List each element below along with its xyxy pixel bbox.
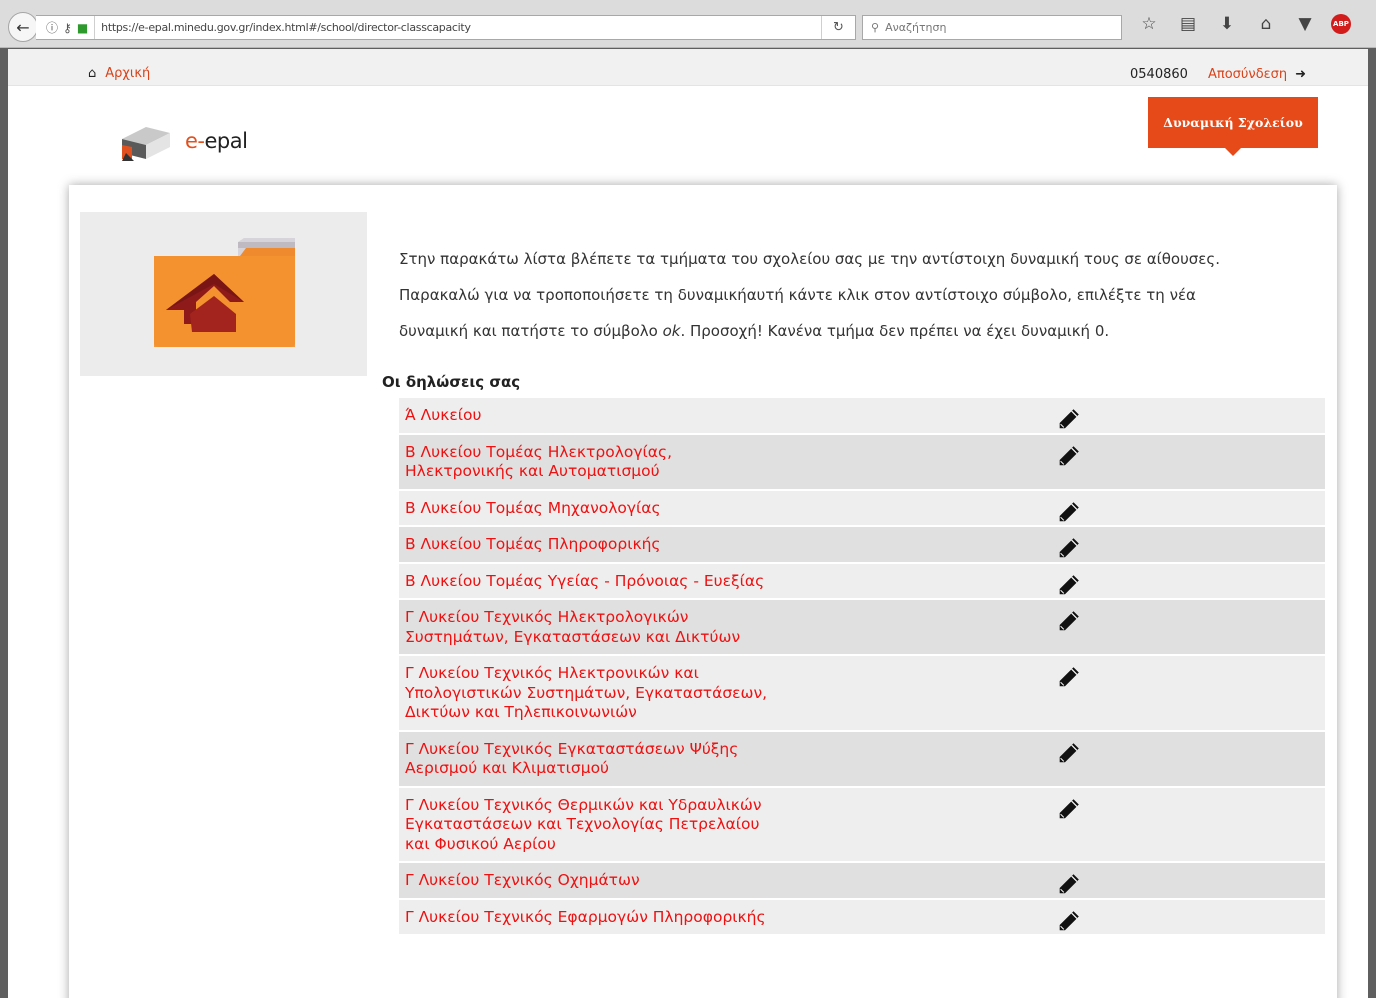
home-icon: ⌂ [88, 66, 97, 81]
url-text[interactable]: https://e-epal.minedu.gov.gr/index.html#… [95, 21, 471, 34]
section-row: Β Λυκείου Τομέας Μηχανολογίας [399, 490, 1325, 527]
section-row: Γ Λυκείου Τεχνικός Εφαρμογών Πληροφορική… [399, 899, 1325, 936]
section-row: Γ Λυκείου Τεχνικός Εγκαταστάσεων Ψύξης Α… [399, 731, 1325, 788]
intro-line-2: Παρακαλώ για να τροποποιήσετε τη δυναμικ… [399, 286, 1196, 304]
reload-button[interactable]: ↻ [821, 16, 855, 39]
home-link-label[interactable]: Αρχική [105, 66, 150, 81]
section-row: Β Λυκείου Τομέας Υγείας - Πρόνοιας - Ευε… [399, 563, 1325, 600]
browser-toolbar-icons: ☆ ▤ ⬇ ⌂ ▼ ABP [1136, 14, 1351, 34]
url-bar[interactable]: ⓘ ⚷ ■ https://e-epal.minedu.gov.gr/index… [36, 15, 856, 40]
reading-list-icon[interactable]: ▤ [1175, 14, 1201, 34]
folder-icon [154, 238, 295, 347]
section-row: Γ Λυκείου Τεχνικός Θερμικών και Υδραυλικ… [399, 787, 1325, 863]
pencil-edit-icon[interactable] [1057, 872, 1081, 896]
logo-text: e-epal [185, 129, 248, 153]
section-row: Β Λυκείου Τομέας Ηλεκτρολογίας, Ηλεκτρον… [399, 434, 1325, 491]
section-link[interactable]: Γ Λυκείου Τεχνικός Οχημάτων [405, 871, 775, 891]
bookmark-star-icon[interactable]: ☆ [1136, 14, 1162, 34]
user-code: 0540860 [1130, 67, 1188, 82]
info-icon[interactable]: ⓘ [46, 19, 58, 36]
url-security-icons[interactable]: ⓘ ⚷ ■ [36, 16, 96, 39]
adblock-icon[interactable]: ABP [1331, 14, 1351, 34]
section-link[interactable]: Γ Λυκείου Τεχνικός Εφαρμογών Πληροφορική… [405, 908, 775, 928]
lock-icon: ■ [76, 20, 89, 35]
download-icon[interactable]: ⬇ [1214, 14, 1240, 34]
page: ⌂ Αρχική 0540860 Αποσύνδεση ➜ e-epal Δυν… [8, 49, 1368, 998]
intro-text: Στην παρακάτω λίστα βλέπετε τα τμήματα τ… [399, 241, 1309, 349]
pencil-edit-icon[interactable] [1057, 665, 1081, 689]
pencil-edit-icon[interactable] [1057, 573, 1081, 597]
pencil-edit-icon[interactable] [1057, 407, 1081, 431]
pencil-edit-icon[interactable] [1057, 741, 1081, 765]
pencil-edit-icon[interactable] [1057, 797, 1081, 821]
pencil-edit-icon[interactable] [1057, 609, 1081, 633]
section-link[interactable]: Γ Λυκείου Τεχνικός Ηλεκτρονικών και Υπολ… [405, 664, 775, 723]
school-capacity-button[interactable]: Δυναμική Σχολείου [1148, 97, 1318, 156]
main-card: Στην παρακάτω λίστα βλέπετε τα τμήματα τ… [69, 185, 1337, 998]
search-icon: ⚲ [871, 21, 880, 34]
browser-toolbar: ← ⓘ ⚷ ■ https://e-epal.minedu.gov.gr/ind… [0, 0, 1376, 48]
section-link[interactable]: Β Λυκείου Τομέας Ηλεκτρολογίας, Ηλεκτρον… [405, 443, 775, 482]
section-link[interactable]: Β Λυκείου Τομέας Πληροφορικής [405, 535, 775, 555]
logout-link[interactable]: Αποσύνδεση ➜ [1208, 67, 1306, 82]
top-navigation: ⌂ Αρχική 0540860 Αποσύνδεση ➜ [8, 49, 1368, 86]
pencil-edit-icon[interactable] [1057, 536, 1081, 560]
back-button[interactable]: ← [8, 12, 38, 42]
logout-label[interactable]: Αποσύνδεση [1208, 67, 1287, 82]
home-link[interactable]: ⌂ Αρχική [88, 66, 150, 81]
home-icon[interactable]: ⌂ [1253, 14, 1279, 34]
intro-line-1: Στην παρακάτω λίστα βλέπετε τα τμήματα τ… [399, 250, 1220, 268]
back-arrow-icon: ← [16, 17, 30, 37]
section-row: Γ Λυκείου Τεχνικός Ηλεκτρονικών και Υπολ… [399, 656, 1325, 732]
logout-icon: ➜ [1295, 67, 1307, 82]
section-link[interactable]: Γ Λυκείου Τεχνικός Ηλεκτρολογικών Συστημ… [405, 608, 775, 647]
section-link[interactable]: Β Λυκείου Τομέας Υγείας - Πρόνοιας - Ευε… [405, 572, 775, 592]
section-row: Γ Λυκείου Τεχνικός Οχημάτων [399, 863, 1325, 900]
intro-line-3: δυναμική και πατήστε το σύμβολο ok. Προσ… [399, 322, 1110, 340]
pencil-edit-icon[interactable] [1057, 909, 1081, 933]
browser-search-input[interactable]: ⚲ Αναζήτηση [862, 15, 1122, 40]
key-icon: ⚷ [63, 20, 72, 35]
pencil-edit-icon[interactable] [1057, 500, 1081, 524]
site-logo[interactable]: e-epal [112, 119, 248, 163]
section-row: Ά Λυκείου [399, 398, 1325, 435]
search-placeholder: Αναζήτηση [885, 21, 947, 34]
sections-list: Ά Λυκείου Β Λυκείου Τομέας Ηλεκτρολογίας… [399, 398, 1325, 936]
e-epal-logo-icon [122, 127, 170, 161]
section-row: Β Λυκείου Τομέας Πληροφορικής [399, 527, 1325, 564]
list-heading: Οι δηλώσεις σας [382, 373, 521, 391]
section-row: Γ Λυκείου Τεχνικός Ηλεκτρολογικών Συστημ… [399, 600, 1325, 656]
section-link[interactable]: Γ Λυκείου Τεχνικός Εγκαταστάσεων Ψύξης Α… [405, 740, 775, 779]
section-link[interactable]: Γ Λυκείου Τεχνικός Θερμικών και Υδραυλικ… [405, 796, 775, 855]
reload-icon: ↻ [833, 20, 844, 35]
pencil-edit-icon[interactable] [1057, 444, 1081, 468]
section-link[interactable]: Β Λυκείου Τομέας Μηχανολογίας [405, 499, 775, 519]
folder-illustration [80, 212, 367, 376]
section-link[interactable]: Ά Λυκείου [405, 406, 775, 426]
pocket-icon[interactable]: ▼ [1292, 14, 1318, 34]
